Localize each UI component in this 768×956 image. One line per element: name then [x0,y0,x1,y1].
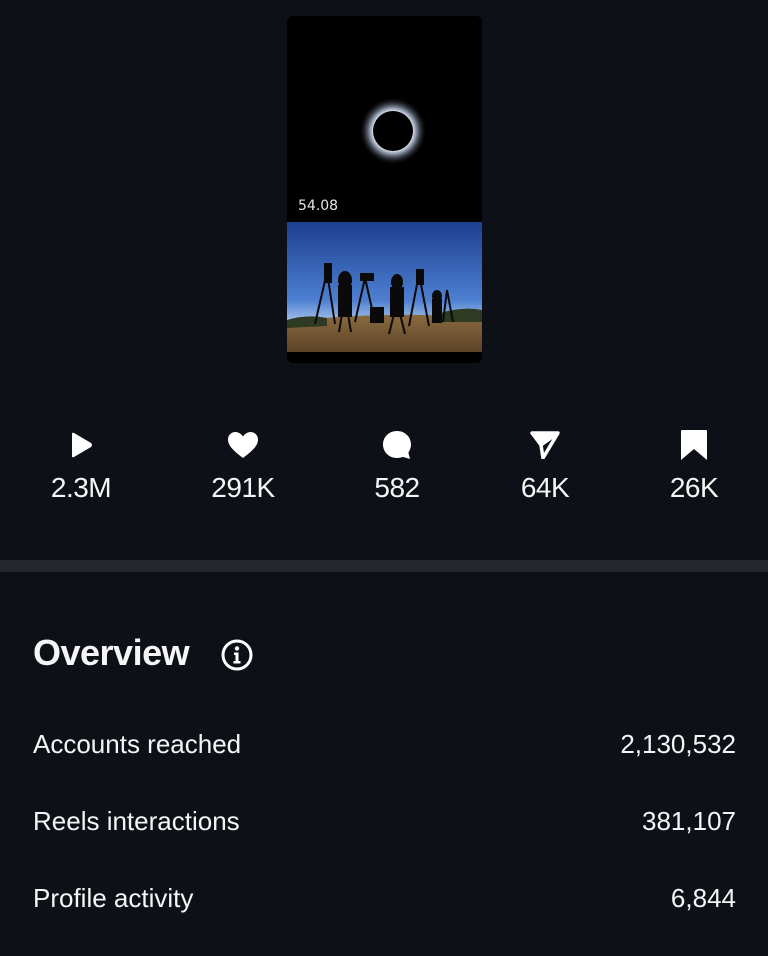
overview-row-value: 2,130,532 [620,729,736,759]
reel-thumbnail[interactable]: 54.08 [287,16,482,363]
astronomers-photo [287,222,482,352]
shares-stat: 64K [475,420,615,504]
info-icon[interactable] [221,639,253,671]
overview-row-label: Profile activity [33,883,194,913]
plays-count: 2.3M [50,472,112,503]
overview-row-value: 381,107 [642,806,736,836]
shares-count: 64K [520,472,570,503]
saves-count: 26K [669,472,719,503]
plays-stat: 2.3M [11,420,151,504]
likes-stat: 291K [173,420,313,504]
overview-row-label: Reels interactions [33,806,240,836]
section-divider [0,560,768,572]
share-icon [530,431,560,459]
play-icon [72,432,92,458]
bookmark-icon [681,430,707,460]
comments-count: 582 [374,472,420,503]
overview-row-value: 6,844 [670,883,736,913]
comments-stat: 582 [327,420,467,504]
likes-count: 291K [211,472,275,503]
reel-stats: 2.3M 291K 582 64K 26K [0,420,768,520]
saves-stat: 26K [624,420,764,504]
comment-icon [383,431,411,459]
heart-icon [228,432,258,458]
overview-title: Overview [33,632,190,673]
overview-row-label: Accounts reached [33,729,242,759]
reel-duration: 54.08 [298,198,339,214]
eclipse-image [287,16,482,206]
